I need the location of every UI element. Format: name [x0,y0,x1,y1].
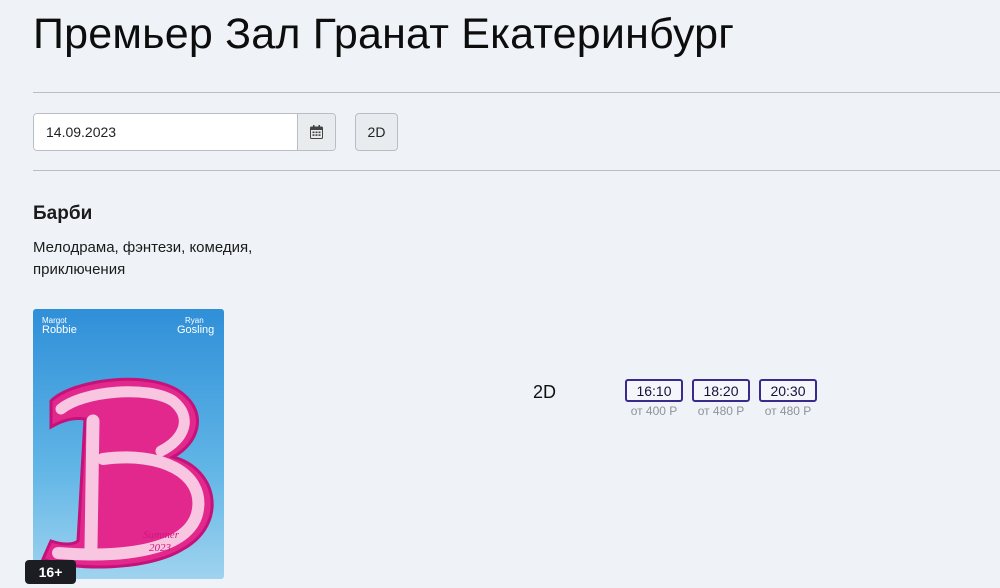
session-time-button[interactable]: 18:20 [692,379,750,402]
movie-title[interactable]: Барби [33,203,92,225]
poster-tagline-line1: Summer [143,529,180,541]
top-divider [33,92,1000,93]
format-filter-button[interactable]: 2D [355,113,398,151]
session-price: от 400 Р [630,404,678,418]
session-time-button[interactable]: 20:30 [759,379,817,402]
session-price: от 480 Р [764,404,812,418]
age-rating-badge: 16+ [25,560,76,584]
movie-poster[interactable]: Margot Robbie Ryan Gosling Summer 2023 [33,309,224,579]
session-time-button[interactable]: 16:10 [625,379,683,402]
session-item[interactable]: 18:20 от 480 Р [692,379,750,418]
filters-divider [33,170,1000,171]
session-price: от 480 Р [697,404,745,418]
schedule-format-label: 2D [533,382,557,402]
session-item[interactable]: 16:10 от 400 Р [625,379,683,418]
date-input[interactable] [34,114,297,150]
poster-tagline-line2: 2023 [149,542,172,554]
movie-genres: Мелодрама, фэнтези, комедия, приключения [33,239,253,278]
poster-actor-right-last: Gosling [177,324,214,336]
page-title: Премьер Зал Гранат Екатеринбург [33,10,735,58]
calendar-icon [310,125,323,139]
poster-actor-left-last: Robbie [42,324,77,336]
session-item[interactable]: 20:30 от 480 Р [759,379,817,418]
session-list: 16:10 от 400 Р 18:20 от 480 Р 20:30 от 4… [625,379,817,418]
calendar-button[interactable] [297,114,335,150]
date-picker[interactable] [33,113,336,151]
